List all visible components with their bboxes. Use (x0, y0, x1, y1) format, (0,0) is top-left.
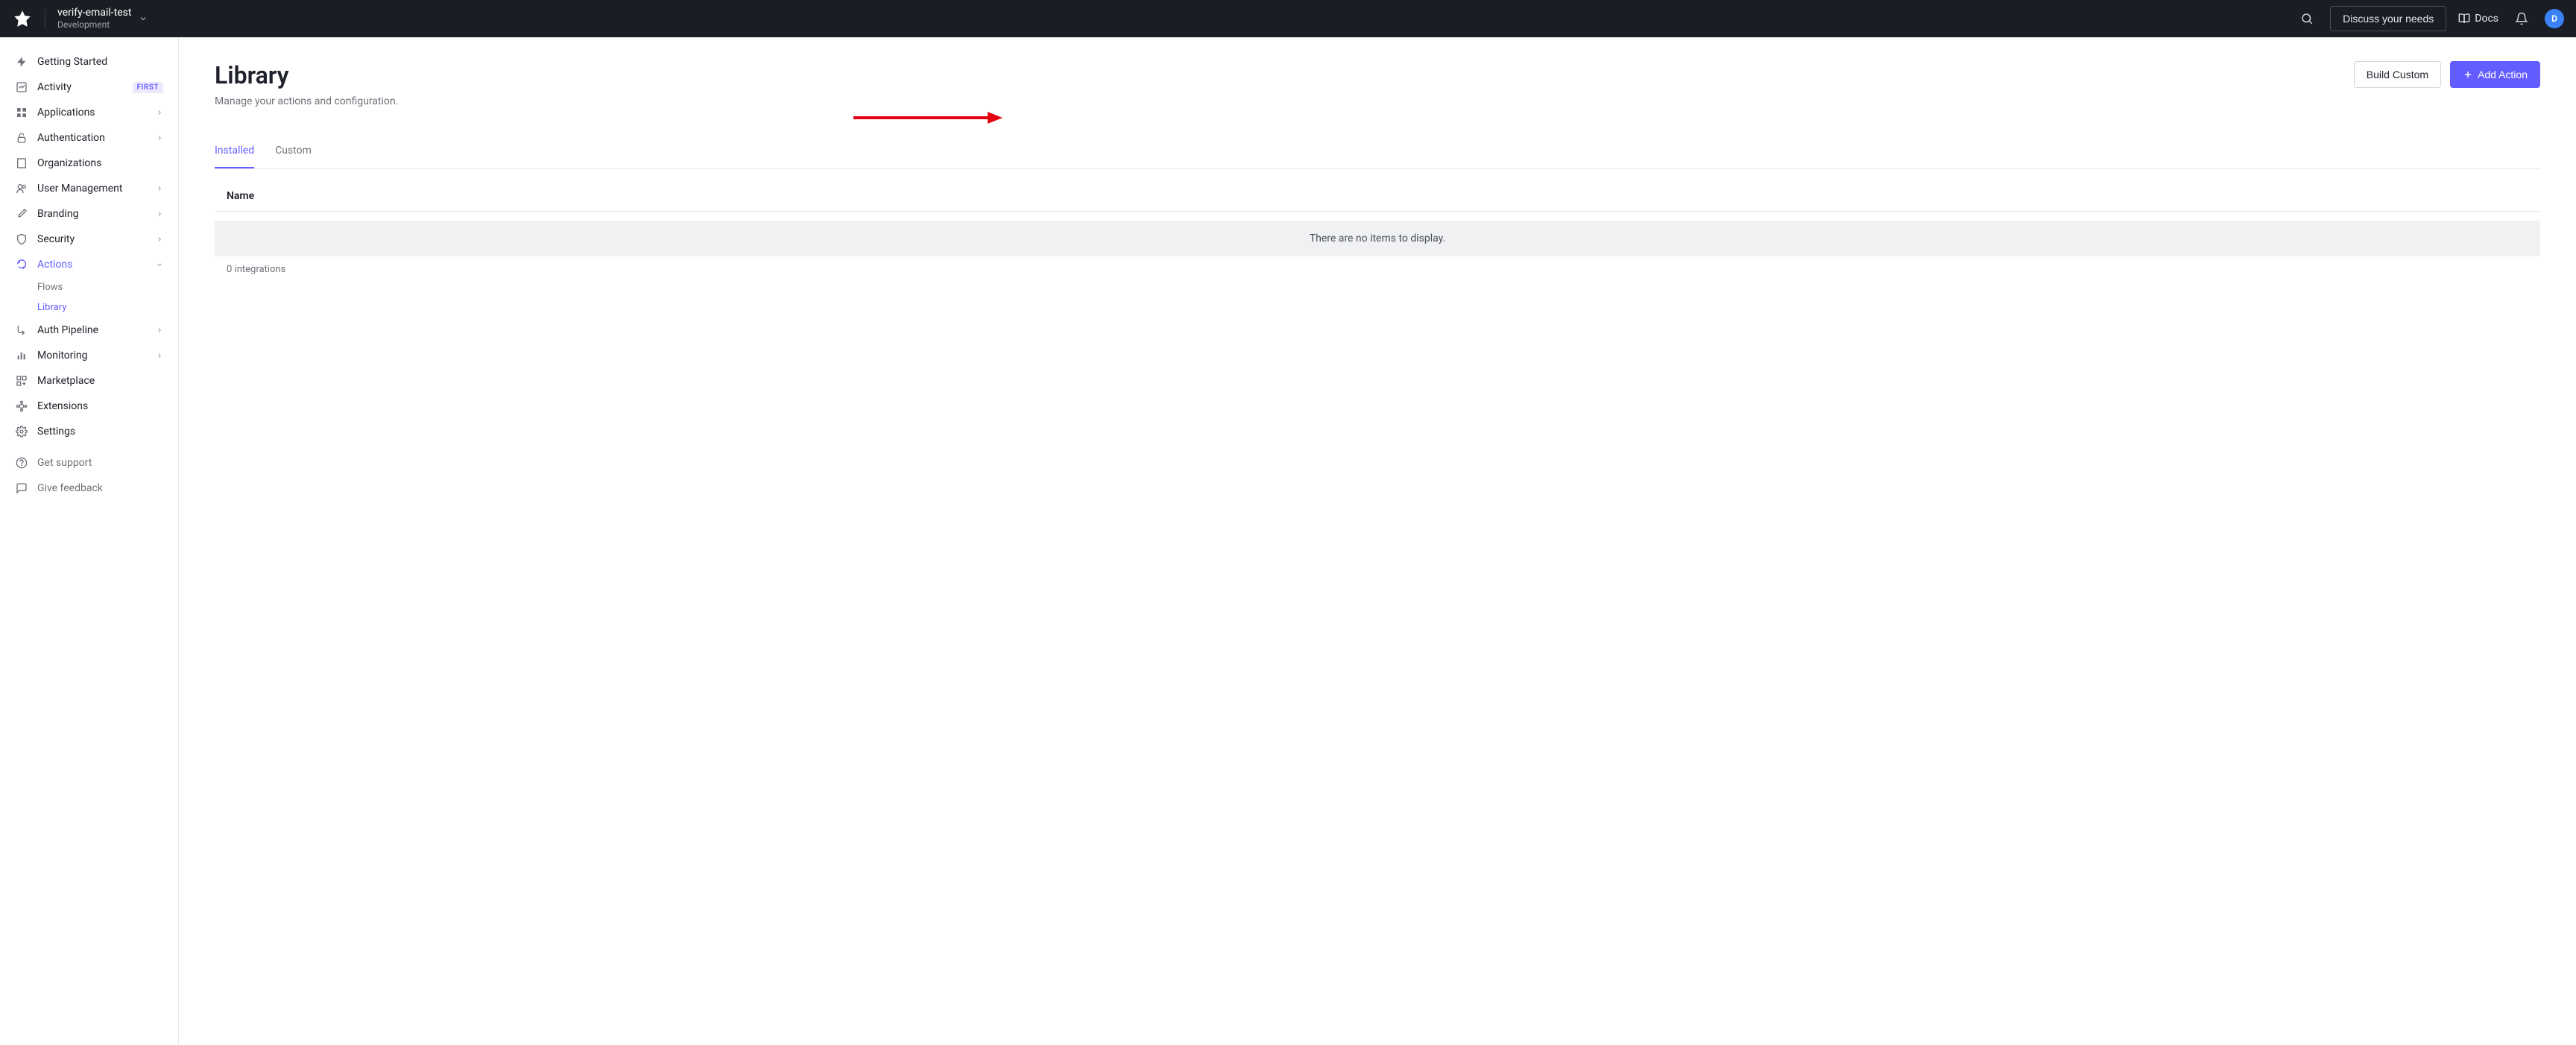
top-header: verify-email-test Development Discuss yo… (0, 0, 2576, 37)
sidebar-item-label: Monitoring (37, 350, 147, 362)
users-icon (15, 182, 28, 195)
sidebar-item-give-feedback[interactable]: Give feedback (0, 476, 178, 501)
sidebar-item-security[interactable]: Security (0, 227, 178, 252)
sidebar-item-user-management[interactable]: User Management (0, 176, 178, 201)
sidebar-item-auth-pipeline[interactable]: Auth Pipeline (0, 318, 178, 343)
sidebar-item-marketplace[interactable]: Marketplace (0, 368, 178, 394)
notifications-button[interactable] (2510, 7, 2533, 30)
chevron-down-icon (139, 14, 148, 23)
docs-link[interactable]: Docs (2458, 13, 2498, 25)
tenant-env: Development (57, 19, 131, 30)
actions-icon (15, 258, 28, 271)
docs-label: Docs (2475, 13, 2498, 25)
applications-icon (15, 106, 28, 119)
chevron-right-icon (156, 134, 163, 142)
tab-installed[interactable]: Installed (215, 137, 254, 168)
pipeline-icon (15, 323, 28, 337)
puzzle-icon (15, 400, 28, 413)
building-icon (15, 157, 28, 170)
gear-icon (15, 425, 28, 438)
sidebar-item-label: User Management (37, 183, 147, 195)
tenant-name: verify-email-test (57, 7, 131, 19)
sidebar-item-organizations[interactable]: Organizations (0, 151, 178, 176)
chart-icon (15, 80, 28, 94)
build-custom-button[interactable]: Build Custom (2354, 61, 2441, 88)
sidebar-item-label: Actions (37, 259, 147, 271)
sidebar-item-actions[interactable]: Actions (0, 252, 178, 277)
discuss-needs-button[interactable]: Discuss your needs (2330, 6, 2446, 31)
sidebar-item-monitoring[interactable]: Monitoring (0, 343, 178, 368)
layout: Getting Started Activity FIRST Applicati… (0, 37, 2576, 1045)
chevron-right-icon (156, 109, 163, 116)
lock-icon (15, 131, 28, 145)
feedback-icon (15, 482, 28, 495)
sidebar-item-settings[interactable]: Settings (0, 419, 178, 444)
book-icon (2458, 13, 2470, 25)
sidebar-footer: Get support Give feedback (0, 450, 178, 501)
table-empty-state: There are no items to display. (215, 221, 2540, 256)
table: Name There are no items to display. 0 in… (215, 181, 2540, 282)
sidebar-item-label: Give feedback (37, 482, 163, 494)
sidebar-item-label: Settings (37, 426, 163, 438)
sidebar-item-label: Getting Started (37, 56, 163, 68)
first-badge: FIRST (133, 82, 163, 93)
sidebar-item-authentication[interactable]: Authentication (0, 125, 178, 151)
header-left: verify-email-test Development (12, 7, 148, 30)
tenant-info: verify-email-test Development (57, 7, 131, 30)
search-icon (2300, 12, 2314, 25)
add-action-label: Add Action (2478, 69, 2528, 80)
sidebar-subitem-flows[interactable]: Flows (37, 277, 178, 297)
sidebar-item-label: Auth Pipeline (37, 324, 147, 336)
shield-icon (15, 233, 28, 246)
table-footer: 0 integrations (215, 256, 2540, 282)
search-button[interactable] (2296, 7, 2318, 30)
chevron-down-icon (156, 261, 163, 268)
sidebar-item-getting-started[interactable]: Getting Started (0, 49, 178, 75)
sidebar-item-extensions[interactable]: Extensions (0, 394, 178, 419)
main-content: Library Build Custom Add Action Manage y… (179, 37, 2576, 1045)
plus-icon (2463, 69, 2473, 80)
sidebar-subitem-library[interactable]: Library (37, 297, 178, 318)
add-action-button[interactable]: Add Action (2450, 61, 2540, 88)
auth0-logo[interactable] (12, 8, 33, 29)
sidebar-item-label: Activity (37, 81, 124, 93)
sidebar-item-label: Get support (37, 457, 163, 469)
page-actions: Build Custom Add Action (2354, 61, 2540, 88)
user-avatar[interactable]: D (2545, 9, 2564, 28)
chevron-right-icon (156, 236, 163, 243)
page-header: Library Build Custom Add Action (215, 61, 2540, 89)
sidebar-item-label: Security (37, 233, 147, 245)
sidebar-item-get-support[interactable]: Get support (0, 450, 178, 476)
table-header-name: Name (215, 181, 2540, 212)
chevron-right-icon (156, 210, 163, 218)
annotation-arrow (853, 110, 1003, 125)
chevron-right-icon (156, 352, 163, 359)
sidebar-item-label: Authentication (37, 132, 147, 144)
sidebar: Getting Started Activity FIRST Applicati… (0, 37, 179, 1045)
tab-custom[interactable]: Custom (275, 137, 312, 168)
sidebar-item-label: Applications (37, 107, 147, 119)
marketplace-icon (15, 374, 28, 388)
chevron-right-icon (156, 326, 163, 334)
sidebar-item-activity[interactable]: Activity FIRST (0, 75, 178, 100)
page-title: Library (215, 61, 288, 89)
sidebar-item-label: Branding (37, 208, 147, 220)
bell-icon (2515, 12, 2528, 25)
header-right: Discuss your needs Docs D (2296, 6, 2564, 31)
sidebar-item-label: Extensions (37, 400, 163, 412)
tabs: Installed Custom (215, 137, 2540, 169)
tenant-switcher[interactable]: verify-email-test Development (57, 7, 148, 30)
sidebar-subnav-actions: Flows Library (0, 277, 178, 318)
chevron-right-icon (156, 185, 163, 192)
sidebar-item-applications[interactable]: Applications (0, 100, 178, 125)
bars-icon (15, 349, 28, 362)
help-icon (15, 456, 28, 470)
bolt-icon (15, 55, 28, 69)
sidebar-item-label: Organizations (37, 157, 163, 169)
sidebar-item-label: Marketplace (37, 375, 163, 387)
page-subtitle: Manage your actions and configuration. (215, 95, 2540, 107)
brush-icon (15, 207, 28, 221)
sidebar-item-branding[interactable]: Branding (0, 201, 178, 227)
